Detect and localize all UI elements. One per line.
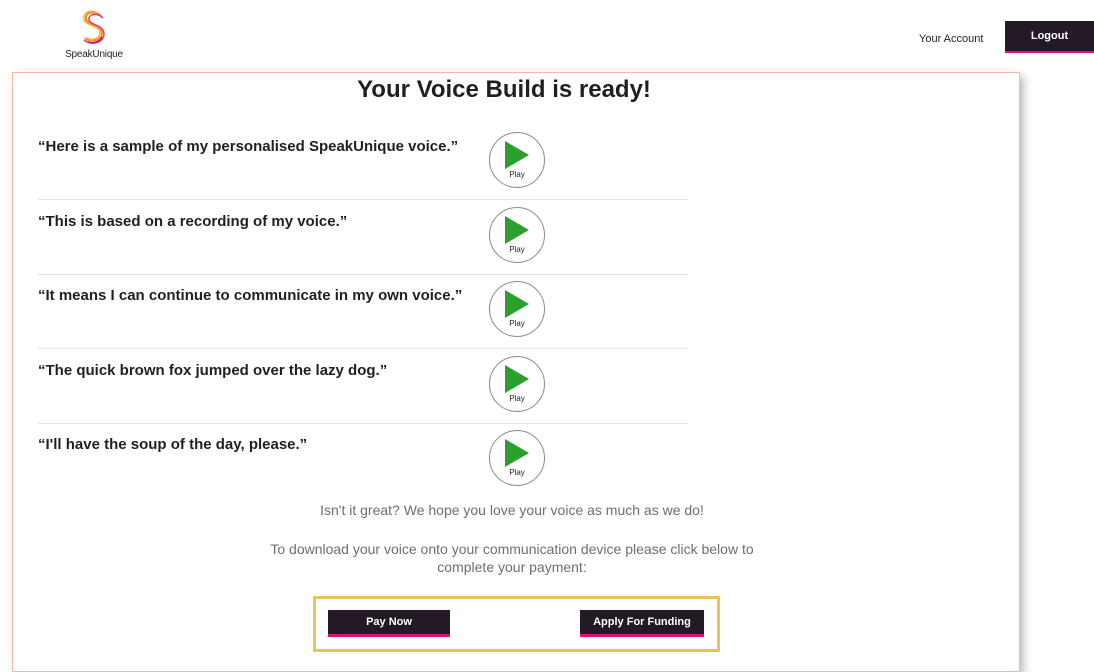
sample-row: “The quick brown fox jumped over the laz… <box>38 350 688 424</box>
logout-button[interactable]: Logout <box>1005 21 1094 53</box>
apply-for-funding-button[interactable]: Apply For Funding <box>580 610 704 637</box>
play-label: Play <box>509 170 525 179</box>
play-triangle-icon <box>505 141 529 169</box>
sample-text: “This is based on a recording of my voic… <box>38 213 348 230</box>
play-button[interactable]: Play <box>489 356 545 412</box>
play-label: Play <box>509 319 525 328</box>
speakunique-logo[interactable]: SpeakUnique <box>62 10 126 64</box>
logo-text: SpeakUnique <box>65 49 123 60</box>
sample-row: “This is based on a recording of my voic… <box>38 201 688 275</box>
sample-row: “It means I can continue to communicate … <box>38 275 688 349</box>
play-label: Play <box>509 468 525 477</box>
download-instructions-line2: complete your payment: <box>437 559 587 575</box>
payment-options-box: Pay Now Apply For Funding <box>313 596 720 652</box>
page-title: Your Voice Build is ready! <box>357 76 651 103</box>
play-triangle-icon <box>505 216 529 244</box>
play-triangle-icon <box>505 439 529 467</box>
speakunique-s-logo-icon <box>83 10 105 44</box>
play-label: Play <box>509 245 525 254</box>
your-account-link[interactable]: Your Account <box>919 33 983 45</box>
play-button[interactable]: Play <box>489 430 545 486</box>
play-button[interactable]: Play <box>489 281 545 337</box>
sample-row: “Here is a sample of my personalised Spe… <box>38 126 688 200</box>
sample-text: “The quick brown fox jumped over the laz… <box>38 362 388 379</box>
play-triangle-icon <box>505 365 529 393</box>
sample-text: “Here is a sample of my personalised Spe… <box>38 138 459 155</box>
download-instructions-line1: To download your voice onto your communi… <box>270 541 754 557</box>
sample-text: “I'll have the soup of the day, please.” <box>38 436 308 453</box>
sample-row: “I'll have the soup of the day, please.”… <box>38 424 688 498</box>
pay-now-button[interactable]: Pay Now <box>328 610 450 637</box>
play-triangle-icon <box>505 290 529 318</box>
play-button[interactable]: Play <box>489 207 545 263</box>
love-voice-message: Isn't it great? We hope you love your vo… <box>320 502 704 518</box>
play-button[interactable]: Play <box>489 132 545 188</box>
play-label: Play <box>509 394 525 403</box>
sample-text: “It means I can continue to communicate … <box>38 287 463 304</box>
